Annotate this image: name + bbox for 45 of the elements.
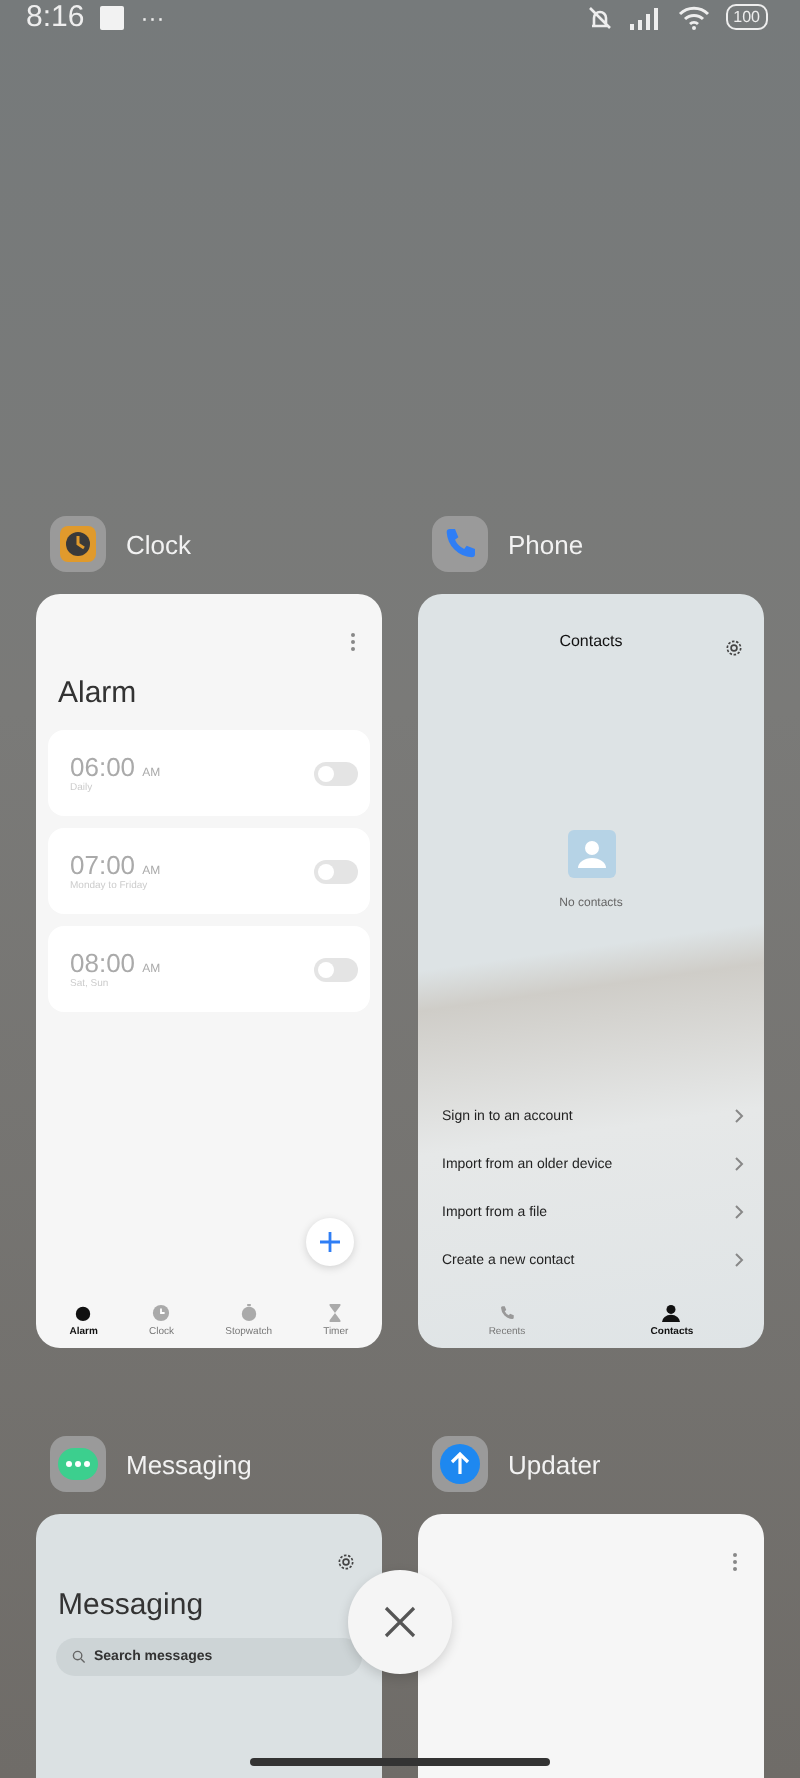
chevron-icon	[734, 1204, 744, 1220]
wifi-icon	[677, 5, 710, 29]
search-icon	[72, 1650, 86, 1664]
alarm-time: 06:00	[70, 752, 136, 782]
app-icon[interactable]	[50, 1436, 106, 1492]
close-icon	[384, 1606, 416, 1638]
signal-icon	[629, 5, 662, 29]
settings-icon[interactable]	[724, 638, 744, 658]
more-icon[interactable]	[732, 1552, 738, 1572]
stopwatch-icon	[239, 1304, 258, 1322]
app-name: Messaging	[126, 1449, 252, 1479]
chat-icon	[56, 1442, 100, 1486]
alarm-off-icon	[585, 3, 614, 31]
app-name: Clock	[126, 529, 192, 559]
alarm-time: 08:00	[70, 948, 136, 978]
plus-icon	[318, 1230, 342, 1254]
phone-icon	[497, 1304, 516, 1322]
battery-level: 100	[725, 4, 768, 30]
clock-icon	[58, 524, 98, 564]
page-title: Messaging	[56, 1586, 206, 1626]
alarm-toggle[interactable]	[314, 957, 358, 981]
upload-icon	[438, 1442, 482, 1486]
chevron-icon	[734, 1156, 744, 1172]
hourglass-icon	[326, 1304, 345, 1322]
more-notifications: ···	[140, 3, 165, 31]
alarm-toggle[interactable]	[314, 859, 358, 883]
notification-icon	[100, 5, 125, 29]
add-button[interactable]	[306, 1218, 354, 1266]
contact-placeholder-icon	[567, 830, 615, 878]
clock-face-icon	[152, 1304, 171, 1322]
app-name: Phone	[508, 529, 584, 559]
app-name: Updater	[508, 1449, 601, 1479]
alarm-toggle[interactable]	[314, 761, 358, 785]
alarm-time: 07:00	[70, 850, 136, 880]
app-icon[interactable]	[432, 1436, 488, 1492]
alarm-clock-icon	[74, 1304, 93, 1322]
more-icon[interactable]	[350, 632, 356, 652]
page-title: Alarm	[56, 674, 139, 714]
app-icon[interactable]	[50, 516, 106, 572]
person-icon	[662, 1304, 681, 1322]
page-title: Contacts	[559, 632, 623, 650]
status-time: 8:16	[26, 0, 85, 34]
settings-icon[interactable]	[336, 1552, 356, 1572]
chevron-icon	[734, 1108, 744, 1124]
chevron-icon	[734, 1252, 744, 1268]
